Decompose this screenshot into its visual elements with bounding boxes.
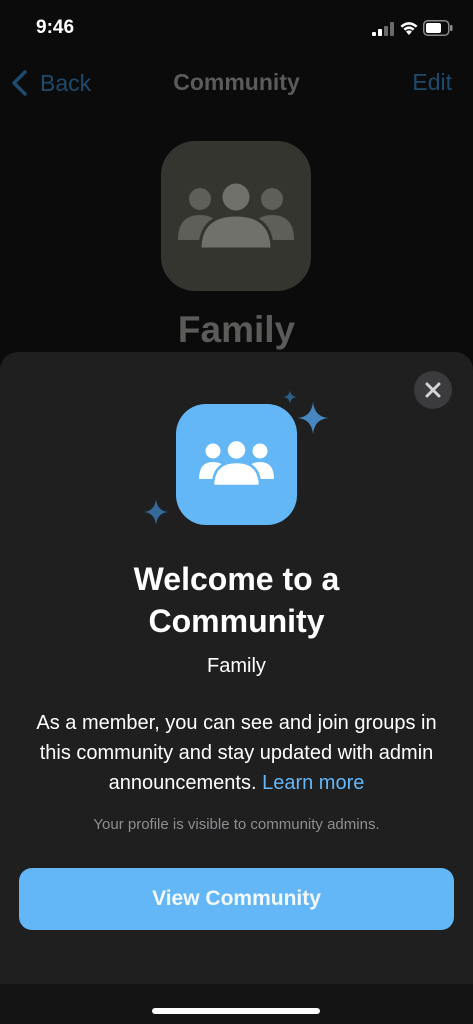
status-bar: 9:46 [0, 0, 473, 56]
learn-more-link[interactable]: Learn more [262, 772, 364, 794]
sparkle-icon [283, 390, 297, 404]
community-name: Family [177, 309, 296, 350]
description-text: As a member, you can see and join groups… [36, 712, 437, 794]
edit-button[interactable]: Edit [412, 69, 452, 96]
community-hero-icon-tile [176, 404, 297, 525]
status-time: 9:46 [36, 17, 75, 38]
nav-title: Community [173, 69, 300, 95]
sheet-title-line-2: Community [148, 603, 325, 639]
wifi-icon [400, 22, 418, 35]
community-avatar [161, 141, 311, 291]
close-button[interactable] [414, 371, 452, 409]
sparkle-icon [298, 402, 328, 434]
close-icon [425, 382, 441, 398]
welcome-sheet: Welcome to a Community Family As a membe… [0, 352, 473, 984]
sheet-description: As a member, you can see and join groups… [20, 708, 453, 798]
sheet-title-line-1: Welcome to a [133, 561, 340, 597]
navigation-bar: Back Community Edit [0, 60, 473, 106]
community-group-icon [178, 181, 294, 251]
cellular-signal-icon [372, 22, 394, 36]
sheet-community-name: Family [207, 655, 266, 677]
battery-icon [423, 20, 453, 36]
view-community-button[interactable]: View Community [19, 868, 454, 930]
sparkle-icon [144, 499, 168, 525]
sheet-title: Welcome to a Community [0, 558, 473, 642]
home-indicator-area [0, 984, 473, 1024]
community-group-icon [199, 439, 274, 487]
privacy-note: Your profile is visible to community adm… [93, 816, 380, 833]
home-indicator[interactable] [152, 1008, 320, 1014]
